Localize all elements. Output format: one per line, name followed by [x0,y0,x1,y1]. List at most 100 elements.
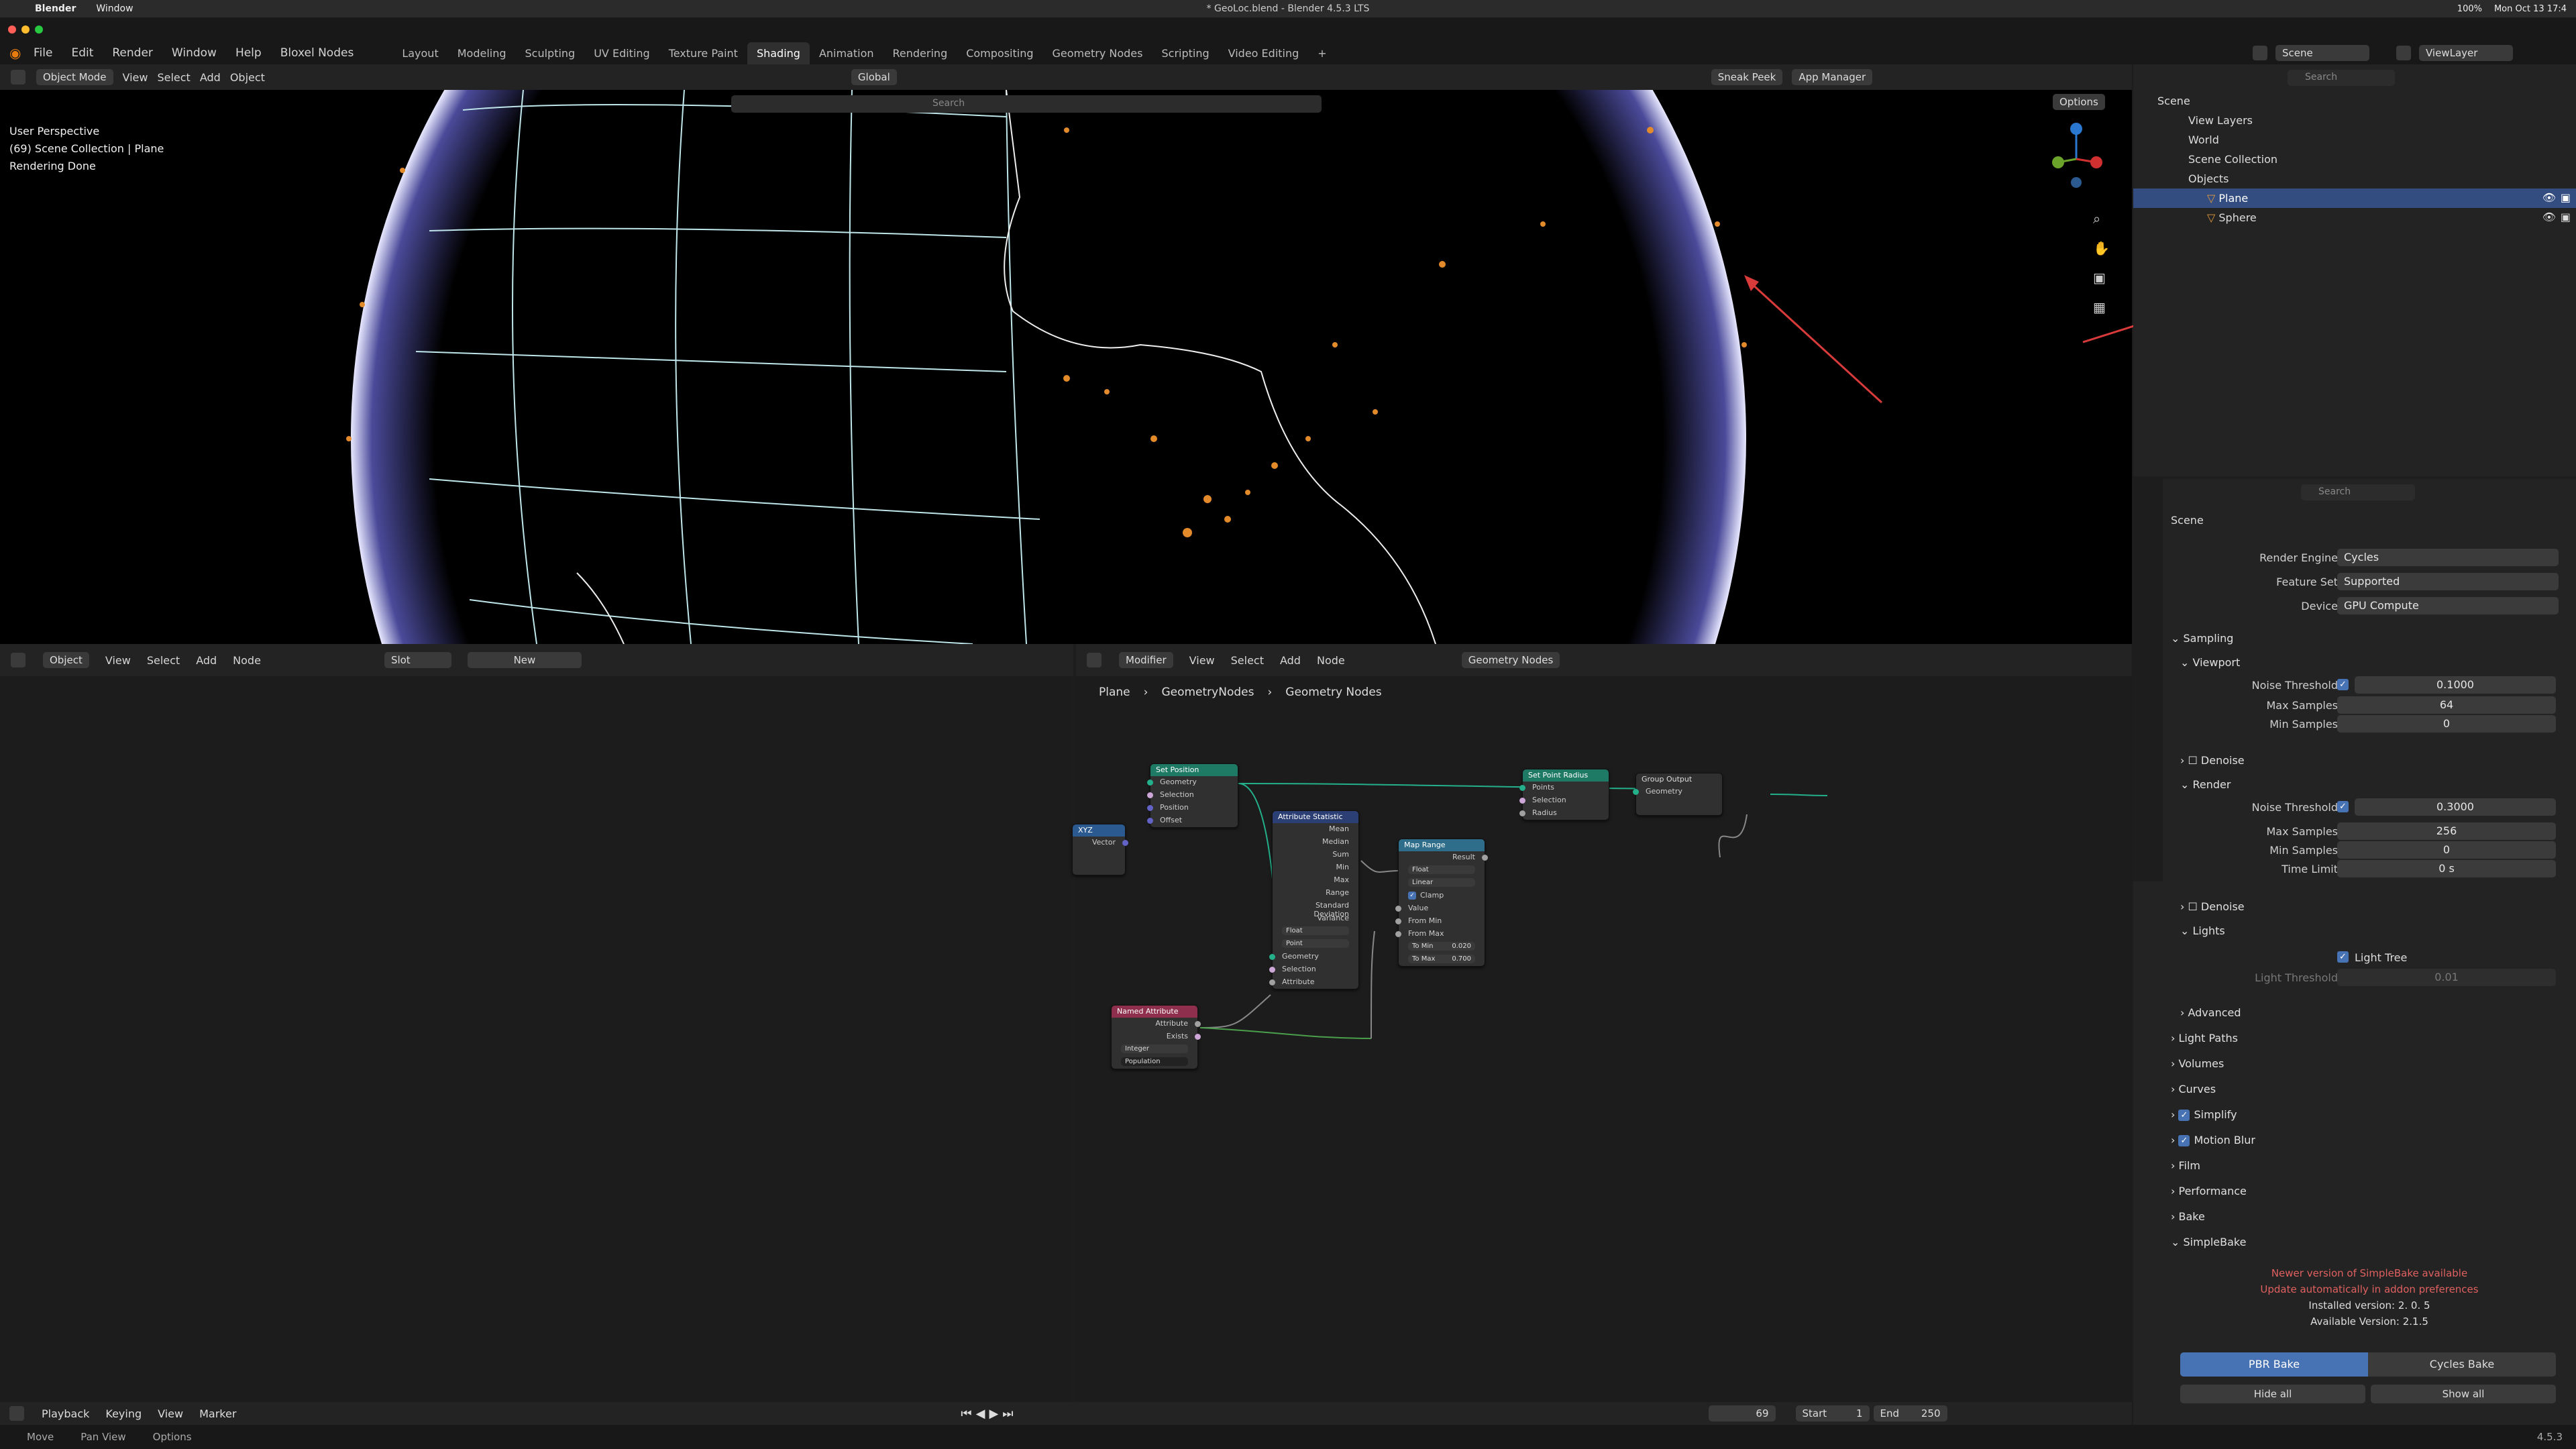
blender-logo-icon[interactable]: ◉ [9,45,21,61]
tab-geometry-nodes[interactable]: Geometry Nodes [1043,42,1152,64]
clamp-checkbox[interactable]: ✓ [1408,892,1416,900]
geo-menu-add[interactable]: Add [1280,654,1301,667]
tab-uv-editing[interactable]: UV Editing [584,42,659,64]
render-camera-icon[interactable]: ▣ [2561,211,2571,223]
render-engine-dropdown[interactable]: Cycles [2337,549,2559,566]
geo-menu-view[interactable]: View [1189,654,1215,667]
attr-stat-domain-dropdown[interactable]: Point [1282,939,1349,948]
viewport-menu-select[interactable]: Select [157,71,190,84]
geo-menu-select[interactable]: Select [1231,654,1264,667]
show-all-button[interactable]: Show all [2371,1385,2556,1403]
zoom-window-button[interactable] [35,25,43,34]
view-layer-selector[interactable]: ViewLayer [2419,45,2513,61]
render-camera-icon[interactable]: ▣ [2561,191,2571,204]
simplebake-header[interactable]: ⌄ SimpleBake [2133,1230,2576,1254]
node-attribute-statistic[interactable]: Attribute Statistic Mean Median Sum Min … [1269,810,1359,989]
vp-denoise-header[interactable]: › ☐ Denoise [2133,749,2576,773]
playback-menu[interactable]: Playback [42,1407,89,1420]
timeline-editor-icon[interactable] [9,1406,24,1421]
tab-video-editing[interactable]: Video Editing [1219,42,1309,64]
app-manager-button[interactable]: App Manager [1792,69,1873,85]
r-noise-checkbox[interactable]: ✓ [2337,801,2349,812]
outliner-view-layers-row[interactable]: View Layers [2133,111,2576,130]
end-frame-field[interactable]: End 250 [1873,1405,1947,1421]
lights-subsection-header[interactable]: ⌄ Lights [2133,919,2576,943]
light-tree-checkbox[interactable]: ✓ [2337,951,2349,963]
tab-shading[interactable]: Shading [747,42,810,64]
curves-header[interactable]: › Curves [2133,1077,2576,1102]
visibility-eye-icon[interactable]: 👁 [2542,191,2556,204]
shader-object-selector[interactable]: Object [43,652,89,668]
cycles-bake-tab[interactable]: Cycles Bake [2368,1352,2556,1377]
named-attr-type-dropdown[interactable]: Integer [1121,1044,1188,1053]
node-vector[interactable]: XYZ Vector [1072,824,1128,875]
window-menu[interactable]: Window [96,3,133,14]
volumes-header[interactable]: › Volumes [2133,1052,2576,1076]
viewport-menu-add[interactable]: Add [200,71,221,84]
close-window-button[interactable] [8,25,16,34]
render-subsection-header[interactable]: ⌄ Render [2133,773,2576,797]
shader-editor-canvas[interactable] [0,676,1072,1402]
node-group-output[interactable]: Group Output Geometry [1633,773,1723,816]
tab-rendering[interactable]: Rendering [883,42,957,64]
light-paths-header[interactable]: › Light Paths [2133,1026,2576,1051]
shader-menu-view[interactable]: View [105,654,131,667]
shader-menu-add[interactable]: Add [196,654,217,667]
to-max-field[interactable]: To Max 0.700 [1408,955,1475,963]
tab-layout[interactable]: Layout [392,42,447,64]
geo-editor-type-icon[interactable] [1087,653,1102,667]
time-limit-field[interactable]: 0 s [2337,860,2556,877]
vp-max-samples-field[interactable]: 64 [2337,696,2556,714]
node-set-position[interactable]: Set Position Geometry Selection Position… [1147,763,1238,828]
node-set-point-radius[interactable]: Set Point Radius Points Selection Radius [1519,769,1609,820]
keying-menu[interactable]: Keying [105,1407,142,1420]
menu-help[interactable]: Help [235,46,262,60]
r-min-samples-field[interactable]: 0 [2337,841,2556,859]
viewport-menu-object[interactable]: Object [230,71,265,84]
pbr-bake-tab[interactable]: PBR Bake [2180,1352,2368,1377]
performance-header[interactable]: › Performance [2133,1179,2576,1203]
outliner-plane-row[interactable]: ▽ Plane 👁 ▣ [2133,189,2576,208]
r-max-samples-field[interactable]: 256 [2337,822,2556,840]
editor-type-icon[interactable] [11,70,25,85]
motion-blur-header[interactable]: › ✓ Motion Blur [2133,1128,2576,1152]
mode-selector[interactable]: Object Mode [36,69,113,85]
vp-noise-field[interactable]: 0.1000 [2355,676,2556,694]
simplify-checkbox[interactable]: ✓ [2178,1110,2190,1121]
simplify-header[interactable]: › ✓ Simplify [2133,1103,2576,1127]
minimize-window-button[interactable] [21,25,30,34]
viewport-search-field[interactable]: Search [731,95,1322,113]
slot-selector[interactable]: Slot [384,652,451,668]
menu-edit[interactable]: Edit [71,46,93,60]
app-menu[interactable]: Blender [35,3,76,14]
bake-header[interactable]: › Bake [2133,1205,2576,1229]
outliner-scene-row[interactable]: Scene [2133,91,2576,111]
named-attr-name-field[interactable]: Population [1121,1057,1188,1066]
tab-modeling[interactable]: Modeling [448,42,516,64]
tab-texture-paint[interactable]: Texture Paint [659,42,747,64]
tab-compositing[interactable]: Compositing [957,42,1042,64]
viewport-subsection-header[interactable]: ⌄ Viewport [2133,651,2576,675]
tab-scripting[interactable]: Scripting [1152,42,1218,64]
outliner-scene-collection-row[interactable]: Scene Collection [2133,150,2576,169]
feature-set-dropdown[interactable]: Supported [2337,573,2559,590]
menu-render[interactable]: Render [112,46,153,60]
new-material-button[interactable]: New [467,652,582,668]
map-range-type-dropdown[interactable]: Float [1408,865,1475,874]
menu-bloxel-nodes[interactable]: Bloxel Nodes [280,46,354,60]
hide-all-button[interactable]: Hide all [2180,1385,2365,1403]
playback-controls[interactable]: ⏮◀▶⏭ [961,1407,1017,1421]
viewport-menu-view[interactable]: View [123,71,148,84]
timeline-view-menu[interactable]: View [158,1407,183,1420]
scene-selector[interactable]: Scene [2275,45,2369,61]
sampling-section-header[interactable]: ⌄ Sampling [2133,627,2576,651]
marker-menu[interactable]: Marker [199,1407,236,1420]
device-dropdown[interactable]: GPU Compute [2337,597,2559,614]
shader-menu-node[interactable]: Node [233,654,261,667]
outliner-objects-row[interactable]: Objects [2133,169,2576,189]
advanced-header[interactable]: › Advanced [2133,1001,2576,1025]
node-tree-selector[interactable]: Geometry Nodes [1461,652,1560,668]
current-frame-field[interactable]: 69 [1708,1405,1776,1421]
node-map-range[interactable]: Map Range Result Float Linear ✓ Clamp Val… [1395,839,1488,967]
attr-stat-type-dropdown[interactable]: Float [1282,926,1349,935]
